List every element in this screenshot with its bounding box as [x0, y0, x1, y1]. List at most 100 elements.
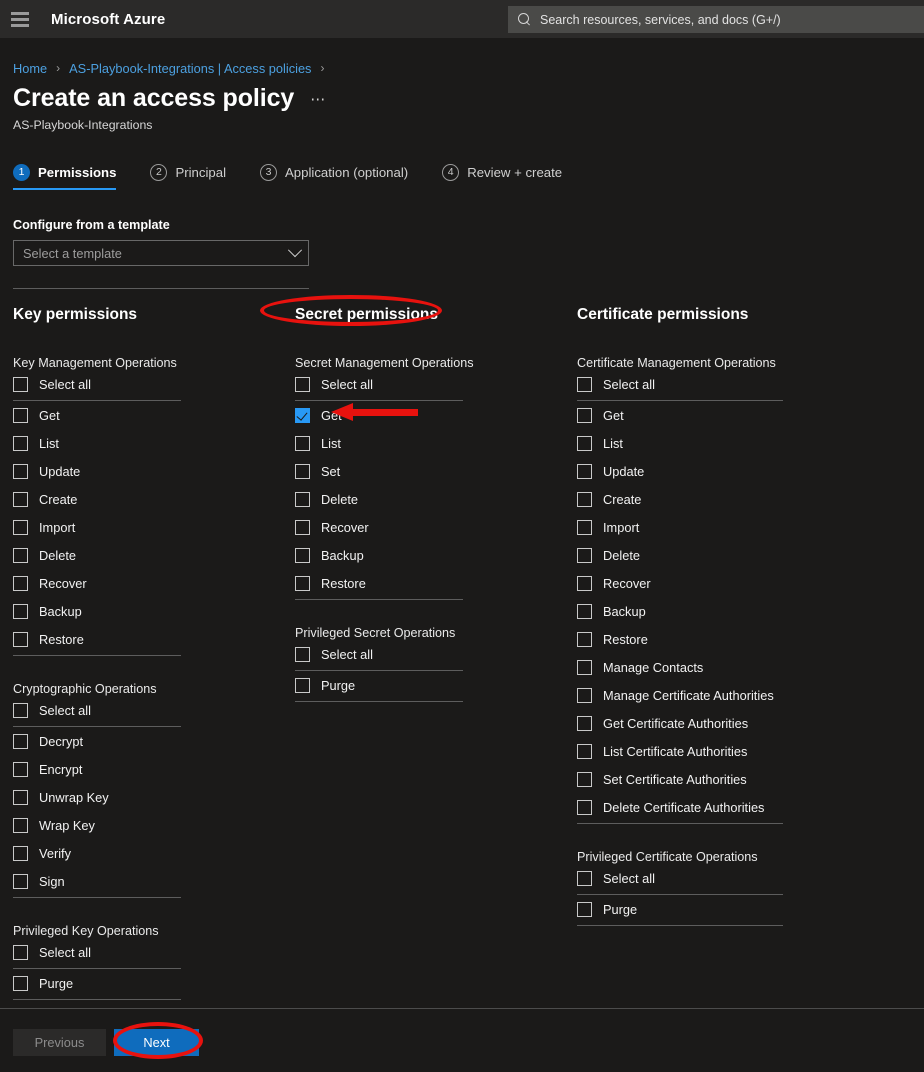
checkbox-list-certificate-authorities[interactable]: List Certificate Authorities	[577, 737, 859, 765]
checkbox-icon[interactable]	[13, 631, 28, 647]
checkbox-icon[interactable]	[13, 817, 28, 833]
breadcrumb-item-home[interactable]: Home	[13, 61, 47, 76]
checkbox-icon[interactable]	[577, 435, 592, 451]
checkbox-icon[interactable]	[13, 733, 28, 749]
checkbox-icon[interactable]	[13, 463, 28, 479]
checkbox-icon[interactable]	[13, 845, 28, 861]
checkbox-delete-certificate-authorities[interactable]: Delete Certificate Authorities	[577, 793, 859, 821]
checkbox-icon[interactable]	[577, 901, 592, 917]
checkbox-list[interactable]: List	[13, 429, 295, 457]
checkbox-icon[interactable]	[13, 547, 28, 563]
checkbox-icon[interactable]	[295, 547, 310, 563]
checkbox-icon[interactable]	[13, 975, 28, 991]
checkbox-purge[interactable]: Purge	[295, 671, 577, 699]
checkbox-icon[interactable]	[13, 944, 28, 960]
template-select[interactable]: Select a template	[13, 240, 309, 266]
checkbox-recover[interactable]: Recover	[577, 569, 859, 597]
checkbox-icon[interactable]	[295, 376, 310, 392]
breadcrumb-item-access-policies[interactable]: AS-Playbook-Integrations | Access polici…	[69, 61, 311, 76]
checkbox-select-all[interactable]: Select all	[13, 696, 295, 724]
checkbox-icon[interactable]	[577, 715, 592, 731]
checkbox-icon[interactable]	[577, 575, 592, 591]
checkbox-select-all[interactable]: Select all	[577, 864, 859, 892]
checkbox-icon[interactable]	[13, 603, 28, 619]
checkbox-backup[interactable]: Backup	[13, 597, 295, 625]
checkbox-verify[interactable]: Verify	[13, 839, 295, 867]
checkbox-decrypt[interactable]: Decrypt	[13, 727, 295, 755]
checkbox-update[interactable]: Update	[13, 457, 295, 485]
checkbox-icon[interactable]	[13, 491, 28, 507]
checkbox-icon[interactable]	[13, 761, 28, 777]
checkbox-icon[interactable]	[577, 799, 592, 815]
checkbox-create[interactable]: Create	[577, 485, 859, 513]
checkbox-icon[interactable]	[577, 659, 592, 675]
checkbox-set-certificate-authorities[interactable]: Set Certificate Authorities	[577, 765, 859, 793]
checkbox-icon[interactable]	[577, 603, 592, 619]
checkbox-manage-certificate-authorities[interactable]: Manage Certificate Authorities	[577, 681, 859, 709]
checkbox-select-all[interactable]: Select all	[295, 370, 577, 398]
next-button[interactable]: Next	[114, 1029, 199, 1056]
checkbox-select-all[interactable]: Select all	[295, 640, 577, 668]
checkbox-select-all[interactable]: Select all	[13, 938, 295, 966]
checkbox-icon[interactable]	[577, 687, 592, 703]
tab-application[interactable]: 3 Application (optional)	[260, 154, 420, 190]
checkbox-icon[interactable]	[577, 631, 592, 647]
checkbox-delete[interactable]: Delete	[577, 541, 859, 569]
checkbox-icon[interactable]	[577, 463, 592, 479]
checkbox-restore[interactable]: Restore	[295, 569, 577, 597]
checkbox-icon[interactable]	[13, 519, 28, 535]
checkbox-icon[interactable]	[577, 743, 592, 759]
checkbox-icon[interactable]	[577, 547, 592, 563]
checkbox-get[interactable]: Get	[295, 401, 577, 429]
checkbox-select-all[interactable]: Select all	[13, 370, 295, 398]
checkbox-icon[interactable]	[577, 870, 592, 886]
checkbox-icon[interactable]	[577, 519, 592, 535]
tab-permissions[interactable]: 1 Permissions	[13, 154, 128, 190]
global-search-input[interactable]: Search resources, services, and docs (G+…	[508, 6, 924, 33]
checkbox-unwrap-key[interactable]: Unwrap Key	[13, 783, 295, 811]
checkbox-icon[interactable]	[13, 702, 28, 718]
azure-brand-title[interactable]: Microsoft Azure	[51, 11, 165, 28]
checkbox-icon[interactable]	[577, 376, 592, 392]
checkbox-icon[interactable]	[13, 873, 28, 889]
checkbox-icon[interactable]	[295, 646, 310, 662]
checkbox-icon[interactable]	[295, 435, 310, 451]
checkbox-icon[interactable]	[577, 491, 592, 507]
checkbox-icon[interactable]	[577, 407, 592, 423]
checkbox-get[interactable]: Get	[577, 401, 859, 429]
checkbox-icon[interactable]	[295, 407, 310, 423]
checkbox-icon[interactable]	[13, 435, 28, 451]
checkbox-icon[interactable]	[295, 491, 310, 507]
checkbox-icon[interactable]	[295, 677, 310, 693]
checkbox-create[interactable]: Create	[13, 485, 295, 513]
checkbox-list[interactable]: List	[577, 429, 859, 457]
checkbox-delete[interactable]: Delete	[295, 485, 577, 513]
tab-principal[interactable]: 2 Principal	[150, 154, 238, 190]
checkbox-restore[interactable]: Restore	[577, 625, 859, 653]
checkbox-icon[interactable]	[13, 789, 28, 805]
checkbox-get[interactable]: Get	[13, 401, 295, 429]
checkbox-icon[interactable]	[13, 407, 28, 423]
checkbox-icon[interactable]	[295, 519, 310, 535]
checkbox-wrap-key[interactable]: Wrap Key	[13, 811, 295, 839]
checkbox-purge[interactable]: Purge	[577, 895, 859, 923]
checkbox-delete[interactable]: Delete	[13, 541, 295, 569]
checkbox-icon[interactable]	[295, 463, 310, 479]
checkbox-purge[interactable]: Purge	[13, 969, 295, 997]
tab-review-create[interactable]: 4 Review + create	[442, 154, 574, 190]
checkbox-backup[interactable]: Backup	[577, 597, 859, 625]
checkbox-icon[interactable]	[13, 575, 28, 591]
checkbox-import[interactable]: Import	[577, 513, 859, 541]
checkbox-list[interactable]: List	[295, 429, 577, 457]
checkbox-recover[interactable]: Recover	[295, 513, 577, 541]
hamburger-menu-icon[interactable]	[11, 11, 29, 27]
more-options-icon[interactable]: ⋯	[310, 92, 326, 107]
checkbox-encrypt[interactable]: Encrypt	[13, 755, 295, 783]
checkbox-update[interactable]: Update	[577, 457, 859, 485]
checkbox-sign[interactable]: Sign	[13, 867, 295, 895]
checkbox-import[interactable]: Import	[13, 513, 295, 541]
checkbox-set[interactable]: Set	[295, 457, 577, 485]
checkbox-manage-contacts[interactable]: Manage Contacts	[577, 653, 859, 681]
checkbox-restore[interactable]: Restore	[13, 625, 295, 653]
previous-button[interactable]: Previous	[13, 1029, 106, 1056]
